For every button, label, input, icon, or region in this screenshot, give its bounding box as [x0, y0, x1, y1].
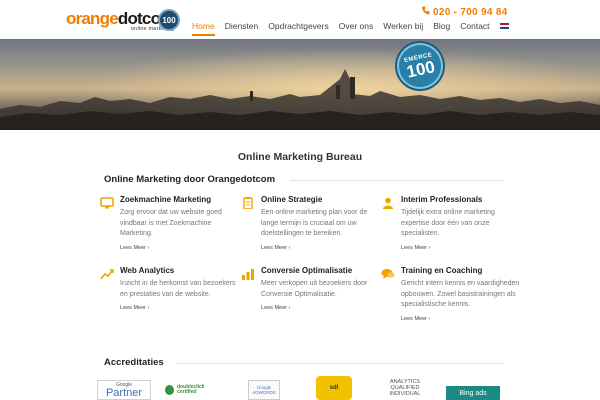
read-more-link[interactable]: Lees Meer › [401, 316, 523, 322]
badge-number-large: 100 [404, 56, 437, 82]
badge-number: 100 [162, 15, 176, 25]
bar-chart-icon [241, 267, 255, 280]
service-title[interactable]: Training en Coaching [401, 266, 523, 275]
bing-ads-label: Bing ads [459, 389, 487, 397]
main-nav: Home Diensten Opdrachtgevers Over ons We… [186, 21, 509, 36]
service-description: Gericht intern kennis en vaardigheden op… [401, 280, 520, 308]
section-divider [290, 180, 504, 181]
nav-item-home[interactable]: Home [192, 21, 215, 36]
logo-subtitle: online marketing [130, 26, 175, 32]
phone-number[interactable]: 020 - 700 94 84 [422, 6, 508, 18]
sdl-certified-logo[interactable]: sdl [316, 376, 352, 400]
phone-text: 020 - 700 94 84 [433, 7, 508, 18]
section-title-services: Online Marketing door Orangedotcom [104, 174, 276, 185]
service-title[interactable]: Web Analytics [120, 266, 242, 275]
service-description: Meer verkopen uit bezoekers door Convers… [261, 280, 368, 298]
google-adwords-logo[interactable]: Google ADWORDS [248, 380, 280, 400]
site-header: orangedotcom online marketing 100 020 - … [0, 0, 600, 38]
page-title: Online Marketing Bureau [237, 151, 363, 163]
service-description: Tijdelijk extra online marketing experti… [401, 209, 495, 237]
nav-item-over-ons[interactable]: Over ons [339, 21, 374, 36]
section-title-accreditations: Accreditaties [104, 357, 164, 368]
service-title[interactable]: Online Strategie [261, 195, 383, 204]
emerce-100-badge-small: 100 [158, 9, 180, 31]
google-partner-main: Partner [105, 386, 143, 399]
nav-item-werken-bij[interactable]: Werken bij [383, 21, 423, 36]
trend-up-icon [100, 267, 114, 280]
phone-icon [422, 6, 430, 18]
doubleclick-mark-icon [165, 385, 175, 395]
sdl-label: sdl [329, 385, 339, 391]
service-title[interactable]: Zoekmachine Marketing [120, 195, 242, 204]
nav-item-blog[interactable]: Blog [433, 21, 450, 36]
service-card: Online Strategie Een online marketing pl… [243, 195, 383, 251]
chat-icon [381, 267, 395, 279]
service-description: Inzicht in de herkomst van bezoekers en … [120, 280, 236, 298]
person-icon [381, 196, 395, 209]
nav-item-diensten[interactable]: Diensten [225, 21, 259, 36]
service-card: Interim Professionals Tijdelijk extra on… [383, 195, 523, 251]
analytics-line-3: INDIVIDUAL [389, 391, 421, 398]
service-title[interactable]: Interim Professionals [401, 195, 523, 204]
bing-ads-logo[interactable]: Bing ads [446, 386, 500, 400]
read-more-link[interactable]: Lees Meer › [261, 245, 383, 251]
nav-item-contact[interactable]: Contact [460, 21, 489, 36]
monitor-icon [100, 196, 114, 209]
nav-item-opdrachtgevers[interactable]: Opdrachtgevers [268, 21, 328, 36]
amsterdam-skyline-image [0, 39, 600, 130]
service-card: Zoekmachine Marketing Zorg ervoor dat uw… [100, 195, 242, 251]
read-more-link[interactable]: Lees Meer › [120, 245, 242, 251]
doubleclick-label: doubleclick certified [177, 383, 205, 395]
service-description: Zorg ervoor dat uw website goed vindbaar… [120, 209, 222, 237]
netherlands-flag-icon[interactable] [499, 23, 509, 29]
service-card: Web Analytics Inzicht in de herkomst van… [100, 266, 242, 311]
clipboard-icon [241, 196, 255, 210]
section-divider [176, 363, 504, 364]
service-card: Training en Coaching Gericht intern kenn… [381, 266, 523, 322]
adwords-main: ADWORDS [252, 390, 276, 395]
logo-text-orange: orange [66, 9, 119, 28]
service-description: Een online marketing plan voor de lange … [261, 209, 368, 237]
read-more-link[interactable]: Lees Meer › [120, 305, 242, 311]
google-partner-logo[interactable]: Google Partner [97, 380, 151, 400]
doubleclick-certified-logo[interactable]: doubleclick certified [165, 380, 221, 400]
service-title[interactable]: Conversie Optimalisatie [261, 266, 383, 275]
service-card: Conversie Optimalisatie Meer verkopen ui… [242, 266, 383, 311]
hero-banner: EMERCE 100 [0, 39, 600, 130]
read-more-link[interactable]: Lees Meer › [401, 245, 523, 251]
analytics-qualified-logo[interactable]: ANALYTICS QUALIFIED INDIVIDUAL [385, 378, 425, 398]
read-more-link[interactable]: Lees Meer › [261, 305, 383, 311]
